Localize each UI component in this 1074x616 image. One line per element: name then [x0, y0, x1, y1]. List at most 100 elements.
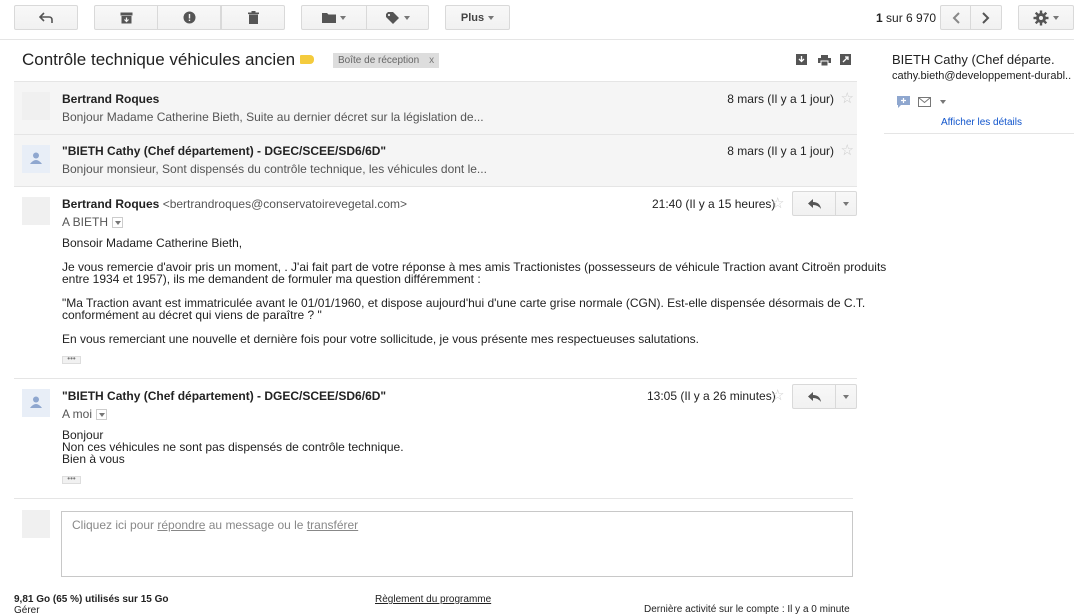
message-divider — [14, 186, 857, 187]
recipient-text: A moi — [62, 407, 93, 421]
avatar — [22, 389, 50, 417]
recipient-text: A BIETH — [62, 215, 109, 229]
archive-icon — [120, 12, 132, 23]
star-icon[interactable]: ☆ — [841, 143, 854, 158]
forward-link[interactable]: transférer — [307, 518, 358, 532]
gear-icon — [1033, 10, 1049, 25]
more-actions-label: Plus — [460, 11, 485, 24]
more-actions-button[interactable]: Plus — [445, 5, 510, 30]
chevron-down-icon — [340, 15, 346, 20]
avatar — [22, 92, 50, 120]
message-sender-email: <bertrandroques@conservatoirevegetal.com… — [159, 197, 408, 211]
counter-total: sur 6 970 — [882, 11, 937, 25]
message-body-line: Bien à vous — [62, 452, 125, 466]
new-window-icon[interactable] — [840, 54, 851, 65]
message-divider — [14, 378, 857, 379]
chevron-down-icon — [403, 15, 410, 20]
report-spam-button[interactable] — [157, 5, 221, 30]
show-details-icon[interactable] — [96, 409, 108, 421]
reply-prompt-middle: au message ou le — [205, 518, 307, 532]
chat-icon[interactable] — [897, 96, 910, 108]
contact-name: BIETH Cathy (Chef départe. — [892, 52, 1055, 67]
chevron-left-icon — [952, 11, 960, 24]
toolbar-divider — [0, 39, 1074, 40]
message-sender: Bertrand Roques — [62, 197, 160, 211]
trash-icon — [247, 11, 259, 24]
message-more-button[interactable] — [836, 384, 857, 409]
show-details-icon[interactable] — [112, 217, 124, 229]
message-date: 21:40 (Il y a 15 heures) — [652, 197, 776, 211]
chevron-down-icon — [488, 15, 495, 20]
show-details-link[interactable]: Afficher les détails — [941, 117, 1022, 128]
reply-box[interactable]: Cliquez ici pour répondre au message ou … — [61, 511, 853, 577]
show-trimmed-content-button[interactable]: ••• — [62, 475, 81, 484]
star-icon[interactable]: ☆ — [841, 91, 854, 106]
person-icon — [30, 396, 42, 408]
folder-icon — [322, 13, 336, 23]
message-snippet: Bonjour monsieur, Sont dispensés du cont… — [62, 162, 487, 176]
chevron-right-icon — [982, 11, 990, 24]
recipient-line[interactable]: A BIETH — [62, 215, 124, 229]
star-icon[interactable]: ☆ — [771, 196, 784, 211]
message-divider — [14, 498, 853, 499]
message-header[interactable]: Bertrand Roques <bertrandroques@conserva… — [62, 197, 407, 211]
counter-current: 1 — [876, 11, 883, 25]
avatar — [22, 145, 50, 173]
program-policies-link[interactable]: Règlement du programme — [375, 594, 491, 605]
label-chip[interactable]: Boîte de réception x — [333, 53, 440, 68]
message-body-line: Bonsoir Madame Catherine Bieth, — [62, 236, 243, 250]
message-more-button[interactable] — [836, 191, 857, 216]
label-chip-text: Boîte de réception — [338, 55, 420, 66]
storage-usage: 9,81 Go (65 %) utilisés sur 15 Go — [14, 594, 169, 605]
settings-button[interactable] — [1018, 5, 1074, 30]
labels-button[interactable] — [366, 5, 429, 30]
person-icon — [30, 152, 42, 164]
show-trimmed-content-button[interactable]: ••• — [62, 355, 81, 364]
my-avatar — [22, 510, 50, 538]
message-date: 8 mars (Il y a 1 jour) — [727, 144, 834, 158]
message-body-line: En vous remerciant une nouvelle et derni… — [62, 332, 700, 346]
label-remove-button[interactable]: x — [429, 55, 434, 66]
back-button[interactable] — [14, 5, 78, 30]
newer-button[interactable] — [940, 5, 971, 30]
label-icon — [385, 11, 399, 24]
reply-prompt-prefix: Cliquez ici pour — [72, 518, 158, 532]
reply-icon — [807, 198, 821, 209]
avatar — [22, 197, 50, 225]
collapsed-message[interactable]: Bertrand Roques Bonjour Madame Catherine… — [14, 81, 857, 134]
older-button[interactable] — [970, 5, 1002, 30]
manage-storage-link[interactable]: Gérer — [14, 605, 40, 616]
chevron-down-icon — [843, 394, 849, 399]
reply-icon — [807, 391, 821, 402]
message-body-line: conformément au décret qui viens de para… — [62, 308, 322, 322]
contact-email: cathy.bieth@developpement-durabl.. — [892, 70, 1072, 82]
chevron-down-icon — [843, 201, 849, 206]
expand-all-icon[interactable] — [796, 54, 807, 65]
reply-button[interactable] — [792, 191, 836, 216]
reply-button[interactable] — [792, 384, 836, 409]
sidebar-divider — [884, 133, 1074, 134]
spam-icon — [183, 11, 195, 24]
important-marker-icon[interactable] — [300, 55, 314, 64]
chevron-down-icon — [1053, 15, 1059, 20]
conversation-counter: 1 sur 6 970 — [876, 11, 936, 25]
print-icon[interactable] — [818, 55, 831, 66]
last-activity: Dernière activité sur le compte : Il y a… — [644, 604, 850, 615]
message-snippet: Bonjour Madame Catherine Bieth, Suite au… — [62, 110, 484, 124]
message-sender: "BIETH Cathy (Chef département) - DGEC/S… — [62, 389, 387, 403]
message-sender: Bertrand Roques — [62, 92, 160, 106]
mail-icon[interactable] — [918, 97, 931, 107]
reply-link[interactable]: répondre — [157, 518, 205, 532]
recipient-line[interactable]: A moi — [62, 407, 108, 421]
conversation-subject: Contrôle technique véhicules ancien — [22, 50, 296, 69]
collapsed-message[interactable]: "BIETH Cathy (Chef département) - DGEC/S… — [14, 134, 857, 187]
back-arrow-icon — [39, 11, 53, 23]
chevron-down-icon[interactable] — [940, 100, 946, 104]
move-to-button[interactable] — [301, 5, 367, 30]
archive-button[interactable] — [94, 5, 158, 30]
message-date: 13:05 (Il y a 26 minutes) — [647, 389, 776, 403]
star-icon[interactable]: ☆ — [771, 388, 784, 403]
delete-button[interactable] — [221, 5, 285, 30]
message-sender: "BIETH Cathy (Chef département) - DGEC/S… — [62, 144, 387, 158]
message-body-line: entre 1934 et 1957), ils me demandent de… — [62, 272, 481, 286]
